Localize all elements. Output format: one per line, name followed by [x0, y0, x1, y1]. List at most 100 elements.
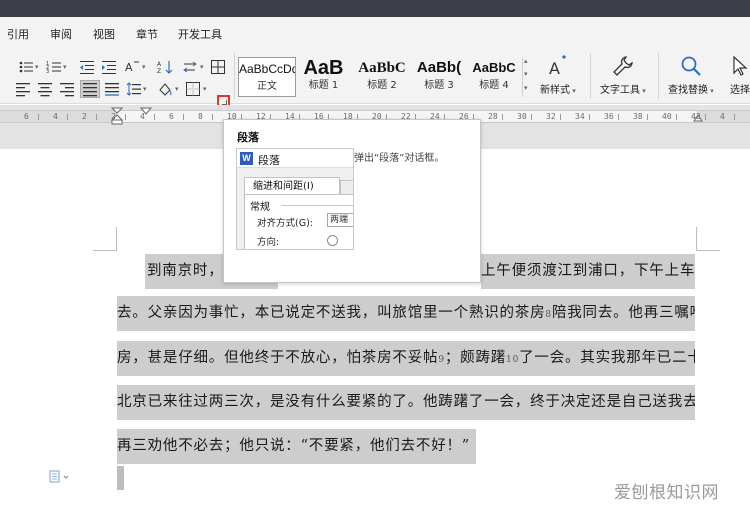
paragraph-line[interactable]: 北京已来往过两三次，是没有什么要紧的了。他踌躇了一会，终于决定还是自己送我去。我 [117, 385, 695, 420]
style-heading-4-name: 标题 4 [479, 80, 509, 91]
gallery-up-icon[interactable]: ▴ [524, 57, 528, 65]
menu-view[interactable]: 视图 [93, 26, 115, 42]
style-heading-1-preview: AaB [303, 57, 344, 79]
decrease-indent-icon[interactable] [79, 59, 95, 75]
ruler-number: 2 [82, 112, 87, 121]
ruler-tick [560, 114, 561, 120]
increase-indent-icon[interactable] [101, 59, 117, 75]
table-layout-icon[interactable] [210, 59, 226, 75]
svg-text:A: A [549, 59, 560, 78]
paragraph-line[interactable]: 上午便须渡江到浦口，下午上车北 [481, 254, 695, 289]
find-replace-button[interactable]: 查找替换 ▾ [668, 54, 714, 96]
chinese-layout-icon[interactable]: A [124, 59, 140, 75]
ruler-number: 40 [662, 112, 672, 121]
gallery-more-icon[interactable]: ▾ [524, 84, 528, 92]
ruler-number: 2 [111, 112, 116, 121]
ruler-number: 6 [169, 112, 174, 121]
bullet-list-icon[interactable] [18, 59, 34, 75]
ruler-tick [734, 114, 735, 120]
ribbon-separator [658, 53, 659, 99]
line-text: 房，甚是仔细。但他终于不放心，怕茶房不妥帖 [117, 350, 439, 366]
ruler-tick [67, 114, 68, 120]
menu-section[interactable]: 章节 [136, 26, 158, 42]
menu-references[interactable]: 引用 [7, 26, 29, 42]
shading-icon[interactable] [157, 81, 173, 97]
distributed-align-icon[interactable] [104, 81, 120, 97]
search-icon [681, 56, 701, 76]
numbered-list-icon[interactable]: 123 [46, 59, 62, 75]
paragraph-line[interactable]: 房，甚是仔细。但他终于不放心，怕茶房不妥帖9；颇踌躇10了一会。其实我那年已二十… [117, 341, 695, 376]
tab-indent-spacing: 缩进和间距(I) [244, 177, 340, 195]
ruler-tick [676, 114, 677, 120]
style-heading-3-name: 标题 3 [424, 80, 454, 91]
page-layout-icon[interactable] [49, 470, 71, 484]
justify-icon[interactable] [80, 80, 100, 98]
wps-writer-icon: W [240, 152, 253, 165]
footnote-mark: 10 [506, 355, 520, 365]
ruler-number: 36 [604, 112, 614, 121]
style-heading-3[interactable]: AaBb( 标题 3 [410, 57, 468, 97]
style-heading-2-preview: AaBbC [358, 60, 406, 76]
style-heading-2[interactable]: AaBbC 标题 2 [353, 57, 411, 97]
direction-label: 方向: [257, 237, 280, 248]
ruler-number: 4 [140, 112, 145, 121]
gallery-down-icon[interactable]: ▾ [524, 70, 528, 78]
style-normal[interactable]: AaBbCcDd 正文 [238, 57, 296, 97]
align-right-icon[interactable] [59, 81, 75, 97]
borders-icon[interactable] [185, 81, 201, 97]
ribbon-separator [590, 53, 591, 99]
ruler-number: 38 [633, 112, 643, 121]
word-processor-window: 引用 审阅 视图 章节 开发工具 ▾ 123 ▾ A ▾ AZ ▾ ▾ ▾ ▾ … [0, 0, 750, 507]
svg-text:A: A [125, 61, 133, 74]
dialog-panel: 常规 对齐方式(G): 两端 方向: [244, 194, 353, 249]
borders-dropdown-icon[interactable]: ▾ [203, 85, 207, 93]
style-heading-2-name: 标题 2 [367, 80, 397, 91]
dialog-body: 缩进和间距(I) 常规 对齐方式(G): 两端 方向: [237, 168, 353, 249]
ruler-tick [38, 114, 39, 120]
ruler-number: 4 [53, 112, 58, 121]
align-left-icon[interactable] [15, 81, 31, 97]
style-normal-preview: AaBbCcDd [239, 62, 295, 76]
text-tools-button[interactable]: 文字工具 ▾ [600, 54, 646, 96]
show-hide-marks-icon[interactable] [182, 59, 198, 75]
menu-review[interactable]: 审阅 [50, 26, 72, 42]
new-style-label: 新样式 [540, 85, 570, 96]
numbered-list-dropdown-icon[interactable]: ▾ [63, 63, 67, 71]
style-gallery-scroll[interactable]: ▴ ▾ ▾ [522, 57, 532, 97]
style-heading-3-preview: AaBb( [416, 59, 462, 76]
line-text: 了一会。其实我那年已二十岁， [519, 350, 695, 366]
tooltip-description: 弹出“段落”对话框。 [354, 153, 445, 164]
new-style-button[interactable]: A 新样式 ▾ [540, 54, 576, 96]
ruler-number: 42 [691, 112, 701, 121]
ruler-number: 34 [575, 112, 585, 121]
chinese-layout-dropdown-icon[interactable]: ▾ [142, 63, 146, 71]
select-button[interactable]: 选择 [728, 54, 750, 96]
style-heading-1-name: 标题 1 [308, 80, 339, 91]
line-spacing-icon[interactable] [126, 81, 142, 97]
shading-dropdown-icon[interactable]: ▾ [175, 85, 179, 93]
dialog-title: 段落 [258, 154, 280, 167]
line-text: 陪我同去。他再三嘱咐茶 [551, 305, 695, 321]
style-heading-4[interactable]: AaBbC 标题 4 [467, 57, 521, 97]
new-style-icon: A [549, 55, 566, 78]
paragraph-line[interactable]: 再三劝他不必去；他只说：“不要紧，他们去不好！” [117, 429, 476, 464]
menu-developer-tools[interactable]: 开发工具 [178, 26, 222, 42]
tooltip-title: 段落 [237, 131, 259, 144]
bullet-list-dropdown-icon[interactable]: ▾ [35, 63, 39, 71]
ruler-tick [589, 114, 590, 120]
style-heading-1[interactable]: AaB 标题 1 [296, 57, 351, 97]
ruler-left-margin [0, 111, 117, 122]
line-spacing-dropdown-icon[interactable]: ▾ [143, 85, 147, 93]
alignment-select: 两端 [327, 213, 353, 227]
align-center-icon[interactable] [37, 81, 53, 97]
ruler-tick [154, 114, 155, 120]
paragraph-tooltip: 段落 W 段落 缩进和间距(I) 常规 对齐方式(G): 两端 方向: 弹出“段… [223, 119, 481, 283]
show-hide-dropdown-icon[interactable]: ▾ [200, 63, 204, 71]
sort-icon[interactable]: AZ [157, 59, 173, 75]
ruler-tick [647, 114, 648, 120]
paragraph-line[interactable]: 去。父亲因为事忙，本已说定不送我，叫旅馆里一个熟识的茶房8陪我同去。他再三嘱咐茶 [117, 296, 695, 331]
find-replace-label: 查找替换 [668, 85, 708, 96]
ruler-tick [125, 114, 126, 120]
paragraph-dialog-preview: W 段落 缩进和间距(I) 常规 对齐方式(G): 两端 方向: [236, 148, 354, 250]
ruler-tick [502, 114, 503, 120]
